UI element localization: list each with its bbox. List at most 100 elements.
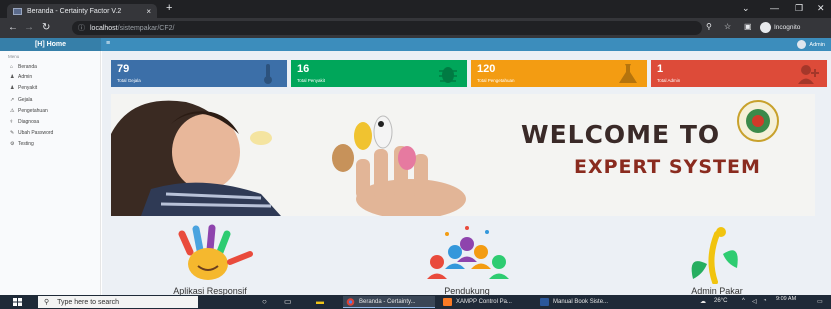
url-path: /sistempakar/CF2/ [117,24,175,32]
forward-icon[interactable]: → [24,22,34,34]
taskbar-app-label: Manual Book Siste... [553,299,609,305]
bookmark-star-icon[interactable]: ☆ [724,22,731,31]
app-logo-home[interactable]: [H] Home [0,38,101,51]
page-favicon-icon [13,7,22,15]
tab-title: Beranda - Certainty Factor V.2 [27,7,122,15]
stat-box-admin[interactable]: 1 Total Admin [651,60,827,87]
sidebar-toggle-icon[interactable]: ≡ [106,40,110,47]
taskbar-app-chrome[interactable]: Beranda - Certainty... [343,296,435,308]
sidebar-item-diagnosa[interactable]: ⚕ Diagnosa [10,119,39,125]
incognito-icon [760,22,771,33]
sidebar-item-pengetahuan[interactable]: ⚠ Pengetahuan [10,108,48,114]
site-info-icon[interactable]: ⓘ [78,23,85,33]
sidebar-item-testing[interactable]: ⚙ Testing [10,141,34,147]
sidebar: Menu ⌂ Beranda ♟ Admin ♟ Penyakit ↗ Geja… [0,51,101,295]
close-window-icon[interactable]: ✕ [817,3,825,14]
chrome-icon [346,297,355,306]
sidebar-item-gejala[interactable]: ↗ Gejala [10,97,32,103]
sidebar-item-label: Gejala [18,97,33,103]
address-bar[interactable]: ⓘ localhost /sistempakar/CF2/ [72,21,702,35]
search-icon: ⚲ [44,299,50,306]
reload-icon[interactable]: ↻ [42,22,50,34]
back-icon[interactable]: ← [8,22,18,34]
windows-start-icon[interactable] [13,298,22,306]
new-tab-button[interactable]: + [166,3,172,14]
taskbar-app-label: XAMPP Control Pa... [456,299,512,305]
sidebar-item-beranda[interactable]: ⌂ Beranda [10,64,37,70]
browser-tab[interactable]: Beranda - Certainty Factor V.2 × [7,4,157,18]
taskbar-search-box[interactable]: ⚲ Type here to search [38,296,198,308]
avatar [797,40,807,49]
task-view-icon[interactable]: ▭ [284,297,292,306]
word-icon [540,298,549,306]
symptom-icon: ↗ [10,97,15,103]
sidebar-item-label: Diagnosa [18,119,40,125]
minimize-icon[interactable]: — [770,3,779,13]
user-menu[interactable]: Admin [797,40,825,49]
stat-label: Total Admin [657,78,681,83]
xampp-icon [443,298,452,306]
hand-smile-icon [178,224,253,280]
sidebar-heading: Menu [8,54,20,59]
sidepanel-icon[interactable]: ▣ [744,22,752,31]
network-icon[interactable]: ◔ [763,298,767,304]
sidebar-item-label: Testing [18,141,34,147]
incognito-label: Incognito [774,24,801,31]
banner-illustration [111,94,815,216]
feature-pendukung: Pendukung [387,224,547,296]
user-name: Admin [809,41,825,48]
stat-label: Total Penyakit [297,78,326,83]
tray-chevron-icon[interactable]: ^ [742,298,745,304]
stat-value: 1 [657,63,664,75]
home-icon: ⌂ [10,64,14,70]
zoom-search-icon[interactable]: ⚲ [706,22,712,31]
weather-icon[interactable]: ☁ [700,298,706,305]
sidebar-item-ubah-password[interactable]: ✎ Ubah Password [10,130,53,136]
taskbar-app-xampp[interactable]: XAMPP Control Pa... [440,296,532,308]
stat-box-penyakit[interactable]: 16 Total Penyakit [291,60,467,87]
thermometer-icon [264,64,272,84]
temperature-label[interactable]: 26°C [714,298,727,304]
file-explorer-icon[interactable]: ▬ [316,297,324,306]
volume-icon[interactable]: ◁ [752,298,757,305]
sidebar-item-label: Penyakit [18,85,38,91]
screen: Beranda - Certainty Factor V.2 × + ⌄ — ❐… [0,0,831,309]
feature-aplikasi-responsif: Aplikasi Responsif [130,224,290,296]
sidebar-item-admin[interactable]: ♟ Admin [10,74,32,80]
stat-value: 79 [117,63,130,75]
cortana-icon[interactable]: ○ [262,297,267,306]
sidebar-item-label: Ubah Password [18,130,54,136]
taskbar-clock[interactable]: 9:09 AM [776,296,796,302]
people-group-icon [427,226,509,279]
flask-icon [619,64,637,83]
notifications-icon[interactable]: ▭ [817,298,823,305]
stat-label: Total Gejala [117,78,141,83]
welcome-heading: WELCOME TO [521,120,721,149]
bug-icon [439,67,457,83]
user-plus-icon [798,65,819,84]
feature-admin-pakar: Admin Pakar [637,224,797,296]
password-icon: ✎ [10,130,15,136]
stat-value: 120 [477,63,496,75]
taskbar-search-placeholder: Type here to search [57,298,120,306]
url-host: localhost [90,24,118,32]
sidebar-item-label: Beranda [18,64,37,70]
tab-close-icon[interactable]: × [146,7,151,16]
main-content: 79 Total Gejala 16 Total Penyakit 120 To… [102,51,831,296]
stat-value: 16 [297,63,310,75]
tab-search-chevron-icon[interactable]: ⌄ [742,3,750,14]
stat-box-pengetahuan[interactable]: 120 Total Pengetahuan [471,60,647,87]
sidebar-item-label: Admin [18,74,33,80]
incognito-indicator[interactable]: Incognito [760,22,800,33]
knowledge-icon: ⚠ [10,108,15,114]
disease-icon: ♟ [10,85,15,91]
user-icon: ♟ [10,74,15,80]
taskbar-app-word[interactable]: Manual Book Siste... [537,296,629,308]
restore-icon[interactable]: ❐ [795,3,803,14]
welcome-subheading: EXPERT SYSTEM [574,156,761,178]
stat-label: Total Pengetahuan [477,78,515,83]
sidebar-item-penyakit[interactable]: ♟ Penyakit [10,85,37,91]
stat-box-gejala[interactable]: 79 Total Gejala [111,60,287,87]
welcome-banner: WELCOME TO EXPERT SYSTEM [111,94,815,216]
app-header: [H] Home ≡ Admin [0,38,831,51]
